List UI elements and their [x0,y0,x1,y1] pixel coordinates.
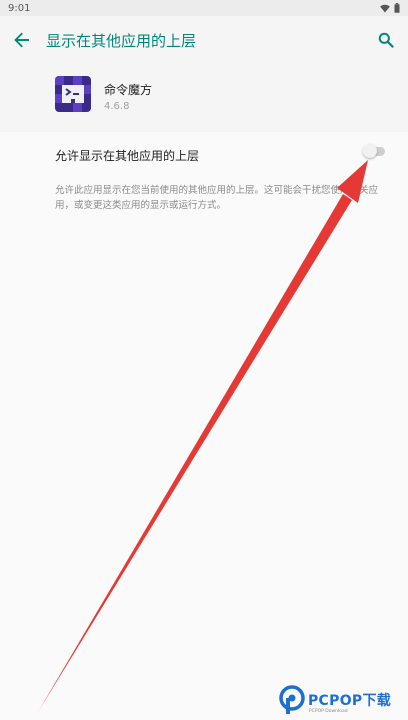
overlay-permission-summary: 允许此应用显示在您当前使用的其他应用的上层。这可能会干扰您使用相关应用，或变更这… [55,185,379,211]
back-arrow-icon [14,32,29,48]
app-bar: 显示在其他应用的上层 [0,16,408,64]
app-header: 命令魔方 4.6.8 [0,64,408,132]
status-time: 9:01 [8,2,31,14]
watermark-subtext: PCPOP Download [309,709,348,714]
watermark-text: PCPOP下载 [308,693,392,709]
watermark: PCPOP下载 PCPOP Download [278,680,408,720]
status-icons [380,3,400,13]
search-button[interactable] [364,16,408,64]
overlay-permission-label: 允许显示在其他应用的上层 [55,149,200,163]
back-button[interactable] [0,16,44,64]
app-version: 4.6.8 [104,101,130,112]
overlay-permission-toggle[interactable] [363,144,387,158]
toggle-thumb [363,144,377,158]
wifi-icon [380,4,390,12]
status-bar: 9:01 [0,0,408,16]
app-icon [55,76,91,112]
search-icon [378,32,394,48]
pcpop-logo-icon [279,685,305,714]
battery-icon [394,3,400,13]
overlay-permission-row[interactable]: 允许显示在其他应用的上层 [0,132,408,176]
app-name: 命令魔方 [104,83,153,97]
page-title: 显示在其他应用的上层 [46,31,197,50]
